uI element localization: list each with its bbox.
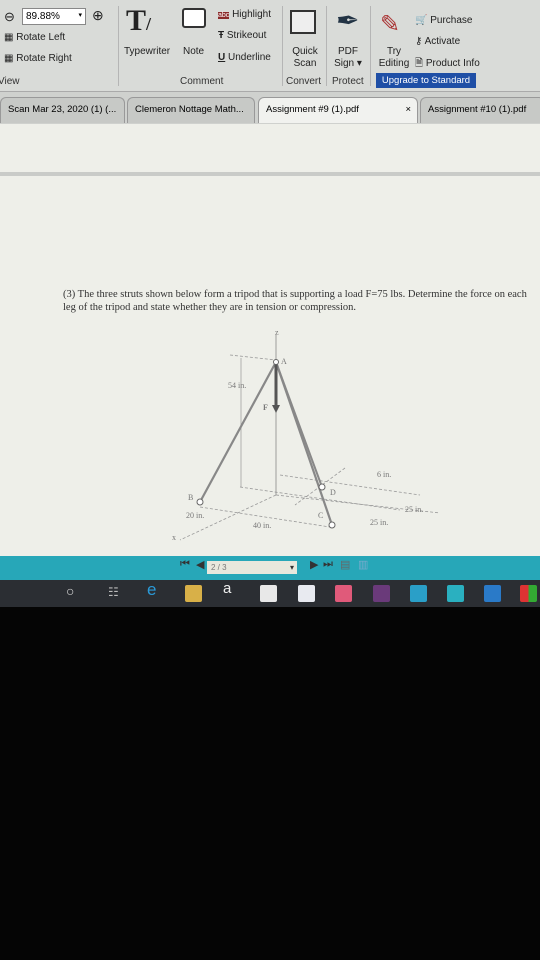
label-54in: 54 in. xyxy=(228,381,246,390)
store-icon[interactable] xyxy=(260,585,277,602)
dropbox-icon[interactable] xyxy=(298,585,315,602)
office-icon[interactable] xyxy=(520,585,537,602)
joint-d xyxy=(318,483,326,491)
page-number-select[interactable]: 2 / 3 ▾ xyxy=(207,561,297,574)
label-x: x xyxy=(172,533,176,542)
strut-ac xyxy=(274,361,334,526)
onedrive-icon[interactable] xyxy=(410,585,427,602)
cortana-icon[interactable]: ○ xyxy=(66,583,83,600)
amazon-icon[interactable]: a xyxy=(223,580,240,597)
label-a: A xyxy=(281,357,287,366)
page-view-icon[interactable]: ▤ xyxy=(340,558,350,571)
label-20in: 20 in. xyxy=(186,511,204,520)
label-d: D xyxy=(330,488,336,497)
label-z: z xyxy=(275,328,279,337)
joint-a xyxy=(273,359,279,365)
label-f: F xyxy=(263,403,268,412)
label-40in: 40 in. xyxy=(253,521,271,530)
wps-icon[interactable] xyxy=(335,585,352,602)
label-25in-a: 25 in. xyxy=(405,505,423,514)
force-arrowhead xyxy=(272,405,280,413)
previous-page-icon[interactable]: ◀ xyxy=(196,558,204,571)
label-25in-b: 25 in. xyxy=(370,518,388,527)
label-6in: 6 in. xyxy=(377,470,391,479)
outlook-icon[interactable] xyxy=(484,585,501,602)
joint-c xyxy=(328,521,336,529)
first-page-icon[interactable]: ⏮ xyxy=(180,558,190,571)
page-view-alt-icon[interactable]: ▥ xyxy=(358,558,368,571)
next-page-icon[interactable]: ▶ xyxy=(310,558,318,571)
file-explorer-icon[interactable] xyxy=(185,585,202,602)
last-page-icon[interactable]: ⏭ xyxy=(323,558,333,571)
tripod-figure: z x A B C D F 54 in. 6 in. 25 in. 25 in.… xyxy=(172,328,441,542)
foxit-icon[interactable] xyxy=(447,585,464,602)
task-view-icon[interactable]: ☷ xyxy=(108,585,125,602)
label-b: B xyxy=(188,493,193,502)
label-c: C xyxy=(318,511,323,520)
photos-icon[interactable] xyxy=(373,585,390,602)
joint-b xyxy=(196,498,204,506)
edge-icon[interactable]: e xyxy=(147,580,164,599)
